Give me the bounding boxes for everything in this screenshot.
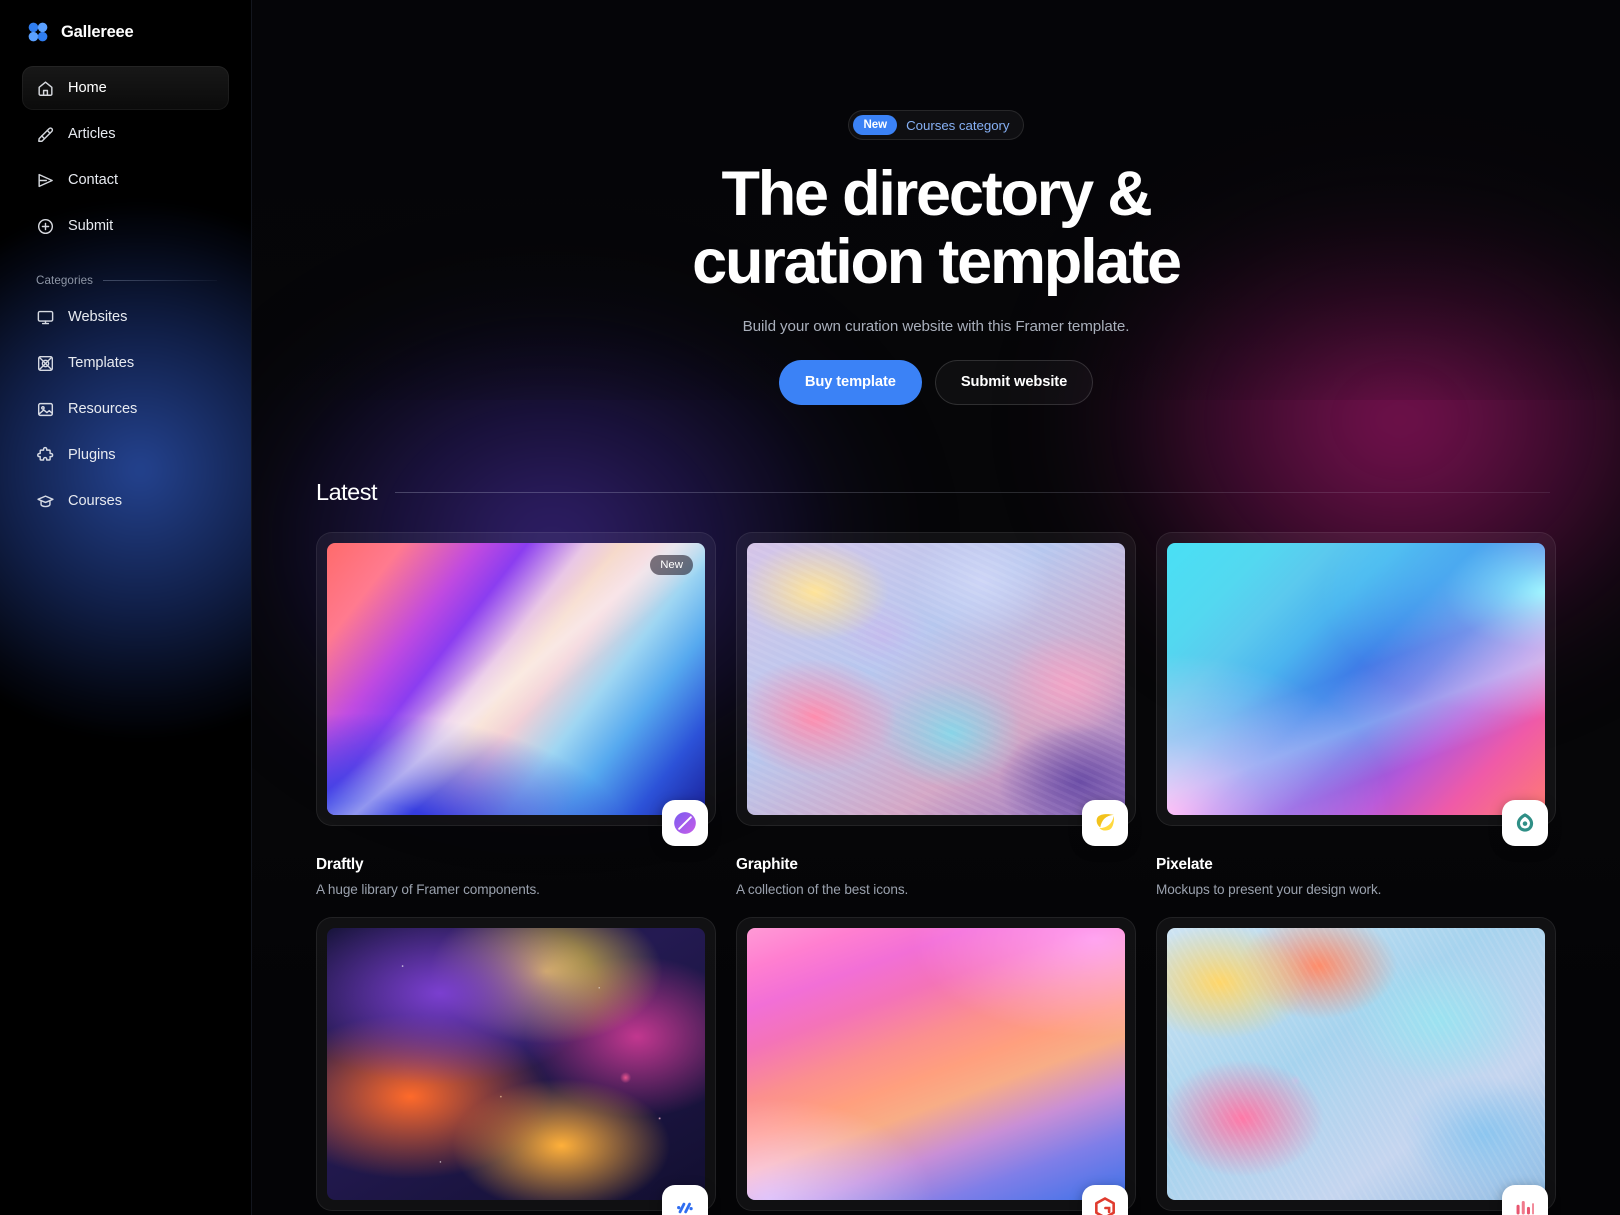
thumbnail-art <box>327 928 705 1201</box>
card-thumbnail-frame <box>1156 532 1556 847</box>
sidebar-item-plugins[interactable]: Plugins <box>22 433 229 477</box>
card-description: Mockups to present your design work. <box>1156 882 1382 898</box>
g-hex-icon <box>1095 1197 1115 1215</box>
draftly-slash-circle-icon <box>674 812 696 835</box>
thumbnail-art <box>747 543 1125 816</box>
card-thumbnail: New <box>327 543 705 816</box>
list-item[interactable] <box>316 917 716 1215</box>
sidebar-item-label: Articles <box>68 126 116 142</box>
latest-divider <box>395 492 1550 494</box>
hero-subtitle: Build your own curation website with thi… <box>742 318 1130 336</box>
brand[interactable]: Gallereee <box>22 0 229 64</box>
list-item[interactable]: Pixelate Mockups to present your design … <box>1156 532 1556 897</box>
announcement-badge[interactable]: New Courses category <box>848 110 1024 141</box>
list-item[interactable] <box>736 917 1136 1215</box>
card-logo <box>1082 1185 1128 1215</box>
main-content: New Courses category The directory & cur… <box>252 0 1620 1215</box>
four-dots-logo-icon <box>28 22 48 42</box>
hero-cta-group: Buy template Submit website <box>252 360 1620 406</box>
card-title: Pixelate <box>1156 856 1213 874</box>
buy-template-button[interactable]: Buy template <box>778 360 922 406</box>
badge-text: Courses category <box>906 117 1010 133</box>
list-item[interactable]: New Draftly A huge library of Framer com… <box>316 532 716 897</box>
card-title: Graphite <box>736 856 798 874</box>
app-root: Gallereee Home Articles Contact Submit C… <box>0 0 1620 1215</box>
badge-new-label: New <box>853 115 898 136</box>
card-thumbnail <box>1167 543 1545 816</box>
sidebar: Gallereee Home Articles Contact Submit C… <box>0 0 252 1215</box>
sidebar-item-home[interactable]: Home <box>22 66 229 110</box>
puzzle-icon <box>37 446 54 461</box>
card-thumbnail-frame <box>1156 917 1556 1215</box>
plus-circle-icon <box>37 218 54 234</box>
hero-title-line-2: curation template <box>692 227 1182 298</box>
sidebar-item-label: Resources <box>68 401 138 417</box>
sidebar-item-articles[interactable]: Articles <box>22 112 229 156</box>
latest-section-header: Latest <box>316 479 1550 506</box>
page-title: The directory & curation template <box>252 160 1620 296</box>
pixelate-leaf-icon <box>1516 813 1534 833</box>
thumbnail-art <box>1167 928 1545 1201</box>
card-logo <box>1502 1185 1548 1215</box>
pen-icon <box>38 126 54 142</box>
sidebar-item-label: Plugins <box>68 447 116 463</box>
card-thumbnail-frame <box>736 532 1136 847</box>
hero-title-line-1: The directory & <box>721 159 1152 230</box>
card-thumbnail <box>747 543 1125 816</box>
list-item[interactable] <box>1156 917 1556 1215</box>
card-thumbnail <box>327 928 705 1201</box>
thumbnail-art <box>747 928 1125 1201</box>
sidebar-item-templates[interactable]: Templates <box>22 341 229 385</box>
primary-nav: Home Articles Contact Submit <box>22 66 229 248</box>
graduation-cap-icon <box>37 494 54 507</box>
bars-slash-icon <box>677 1203 693 1214</box>
graphite-moon-icon <box>1096 814 1115 831</box>
categories-nav: Websites Templates Resources Plugins Cou… <box>22 295 229 523</box>
monitor-icon <box>37 310 54 324</box>
card-thumbnail-frame <box>316 917 716 1215</box>
card-thumbnail <box>1167 928 1545 1201</box>
categories-divider <box>103 280 217 281</box>
sidebar-item-label: Templates <box>68 355 135 371</box>
send-icon <box>38 173 53 187</box>
template-icon <box>38 355 53 371</box>
thumbnail-art <box>1167 543 1545 816</box>
thumbnail-art <box>327 543 705 816</box>
sidebar-item-resources[interactable]: Resources <box>22 387 229 431</box>
sidebar-item-websites[interactable]: Websites <box>22 295 229 339</box>
card-logo <box>662 800 708 847</box>
sidebar-item-label: Submit <box>68 218 114 234</box>
sidebar-item-label: Courses <box>68 493 122 509</box>
bar-chart-icon <box>1516 1201 1534 1215</box>
card-thumbnail <box>747 928 1125 1201</box>
list-item[interactable]: Graphite A collection of the best icons. <box>736 532 1136 897</box>
hero-section: New Courses category The directory & cur… <box>252 0 1620 406</box>
card-logo <box>1082 800 1128 847</box>
sidebar-item-courses[interactable]: Courses <box>22 479 229 523</box>
card-title: Draftly <box>316 856 364 874</box>
latest-grid: New Draftly A huge library of Framer com… <box>316 532 1556 1215</box>
card-description: A collection of the best icons. <box>736 882 909 898</box>
categories-label: Categories <box>36 274 94 287</box>
status-badge: New <box>650 555 693 576</box>
home-icon <box>38 80 53 96</box>
card-thumbnail-frame <box>736 917 1136 1215</box>
sidebar-item-label: Contact <box>68 172 118 188</box>
sidebar-item-label: Home <box>68 80 107 96</box>
image-icon <box>37 402 54 416</box>
card-logo <box>662 1185 708 1215</box>
brand-name: Gallereee <box>61 22 134 41</box>
sidebar-item-contact[interactable]: Contact <box>22 158 229 202</box>
categories-header: Categories <box>22 274 229 287</box>
sidebar-item-label: Websites <box>68 309 128 325</box>
submit-website-button[interactable]: Submit website <box>935 360 1093 405</box>
card-thumbnail-frame: New <box>316 532 716 847</box>
card-logo <box>1502 800 1548 847</box>
latest-heading: Latest <box>316 479 378 506</box>
card-description: A huge library of Framer components. <box>316 882 540 898</box>
sidebar-item-submit[interactable]: Submit <box>22 204 229 248</box>
